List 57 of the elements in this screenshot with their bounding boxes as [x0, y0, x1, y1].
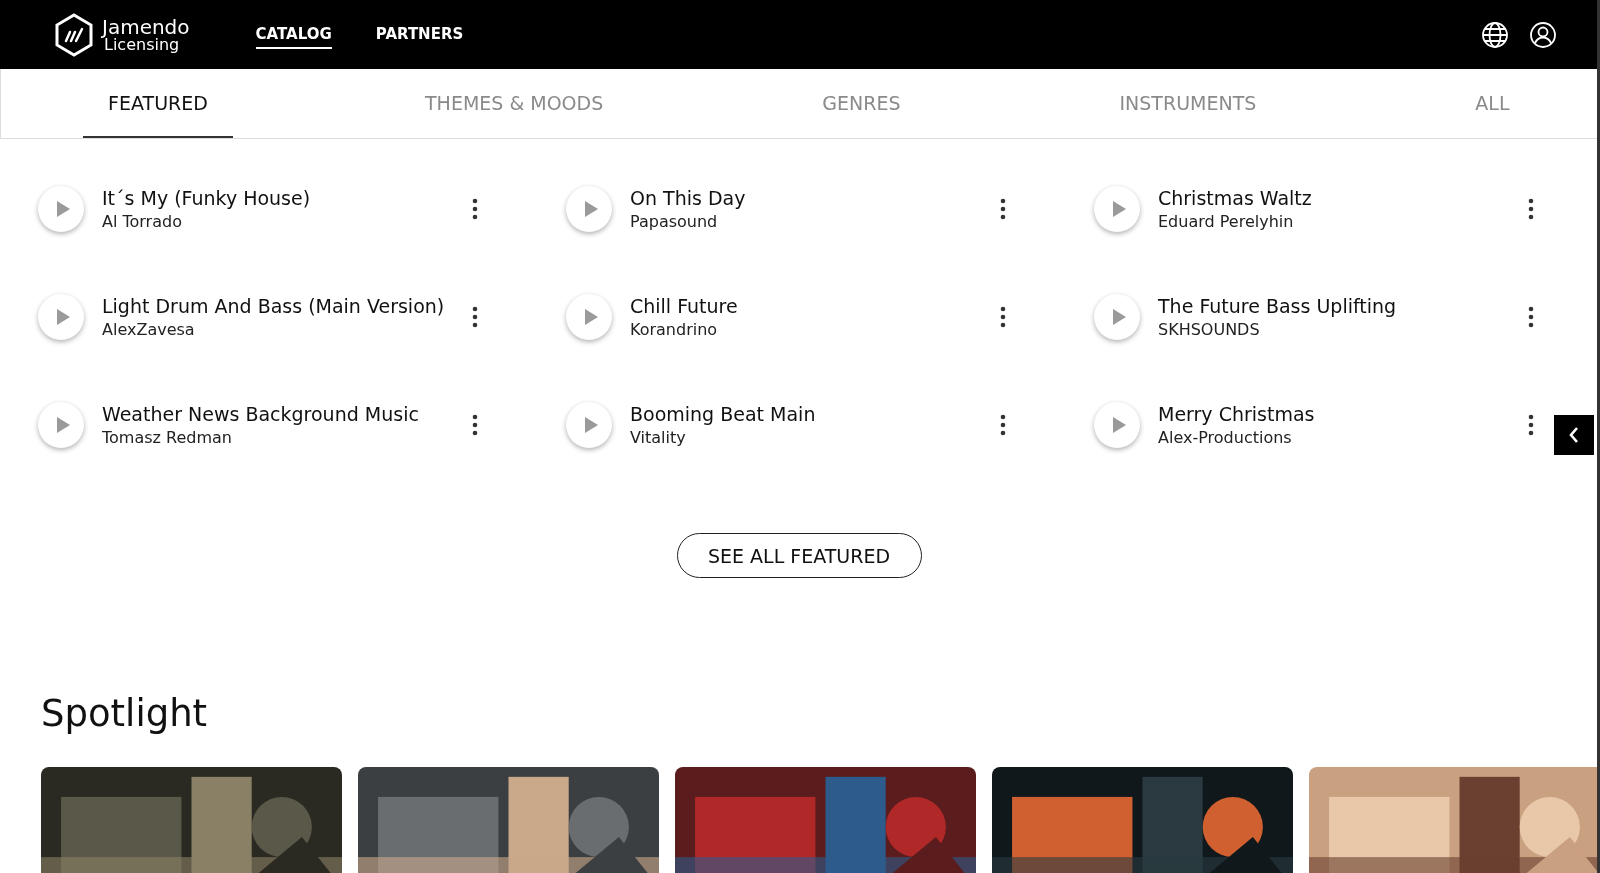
- track-artist[interactable]: Vitality: [630, 428, 1000, 447]
- logo-title: Jamendo: [102, 16, 190, 37]
- play-icon: [1111, 200, 1127, 218]
- logo-subtitle: Licensing: [104, 36, 180, 53]
- logo-icon: [54, 12, 94, 57]
- track-title[interactable]: Merry Christmas: [1158, 403, 1528, 425]
- more-icon[interactable]: [472, 414, 478, 436]
- chevron-left-icon: [1568, 426, 1580, 444]
- track-title[interactable]: On This Day: [630, 187, 1000, 209]
- play-icon: [55, 416, 71, 434]
- play-icon: [55, 308, 71, 326]
- track-artist[interactable]: Korandrino: [630, 320, 1000, 339]
- play-button[interactable]: [1094, 186, 1140, 232]
- track-artist[interactable]: Eduard Perelyhin: [1158, 212, 1528, 231]
- track-title[interactable]: The Future Bass Uplifting: [1158, 295, 1528, 317]
- play-button[interactable]: [38, 294, 84, 340]
- play-button[interactable]: [566, 402, 612, 448]
- track-artist[interactable]: AlexZavesa: [102, 320, 472, 339]
- track-title[interactable]: It´s My (Funky House): [102, 187, 472, 209]
- track-artist[interactable]: Alex-Productions: [1158, 428, 1528, 447]
- play-button[interactable]: [1094, 294, 1140, 340]
- play-icon: [1111, 308, 1127, 326]
- more-icon[interactable]: [472, 306, 478, 328]
- play-icon: [583, 200, 599, 218]
- play-icon: [1111, 416, 1127, 434]
- track-artist[interactable]: Tomasz Redman: [102, 428, 472, 447]
- more-icon[interactable]: [1000, 306, 1006, 328]
- nav-link[interactable]: CATALOG: [255, 20, 332, 49]
- play-button[interactable]: [38, 186, 84, 232]
- more-icon[interactable]: [1528, 414, 1534, 436]
- play-button[interactable]: [38, 402, 84, 448]
- track-artist[interactable]: Al Torrado: [102, 212, 472, 231]
- track-artist[interactable]: Papasound: [630, 212, 1000, 231]
- more-icon[interactable]: [1000, 198, 1006, 220]
- play-button[interactable]: [566, 186, 612, 232]
- category-tab[interactable]: FEATURED: [83, 69, 233, 138]
- play-icon: [583, 308, 599, 326]
- play-button[interactable]: [566, 294, 612, 340]
- track-title[interactable]: Christmas Waltz: [1158, 187, 1528, 209]
- track-title[interactable]: Light Drum And Bass (Main Version): [102, 295, 472, 317]
- more-icon[interactable]: [1000, 414, 1006, 436]
- user-icon[interactable]: [1529, 20, 1557, 49]
- section-heading: Spotlight: [41, 692, 208, 735]
- more-icon[interactable]: [1528, 198, 1534, 220]
- nav-link[interactable]: PARTNERS: [375, 20, 464, 49]
- globe-icon[interactable]: [1481, 20, 1509, 49]
- side-panel-toggle[interactable]: [1554, 415, 1594, 455]
- track-title[interactable]: Booming Beat Main: [630, 403, 1000, 425]
- play-icon: [55, 200, 71, 218]
- more-icon[interactable]: [472, 198, 478, 220]
- see-all-button[interactable]: SEE ALL FEATURED: [676, 533, 922, 578]
- more-icon[interactable]: [1528, 306, 1534, 328]
- track-title[interactable]: Weather News Background Music: [102, 403, 472, 425]
- play-icon: [583, 416, 599, 434]
- play-button[interactable]: [1094, 402, 1140, 448]
- track-artist[interactable]: SKHSOUNDS: [1158, 320, 1528, 339]
- track-title[interactable]: Chill Future: [630, 295, 1000, 317]
